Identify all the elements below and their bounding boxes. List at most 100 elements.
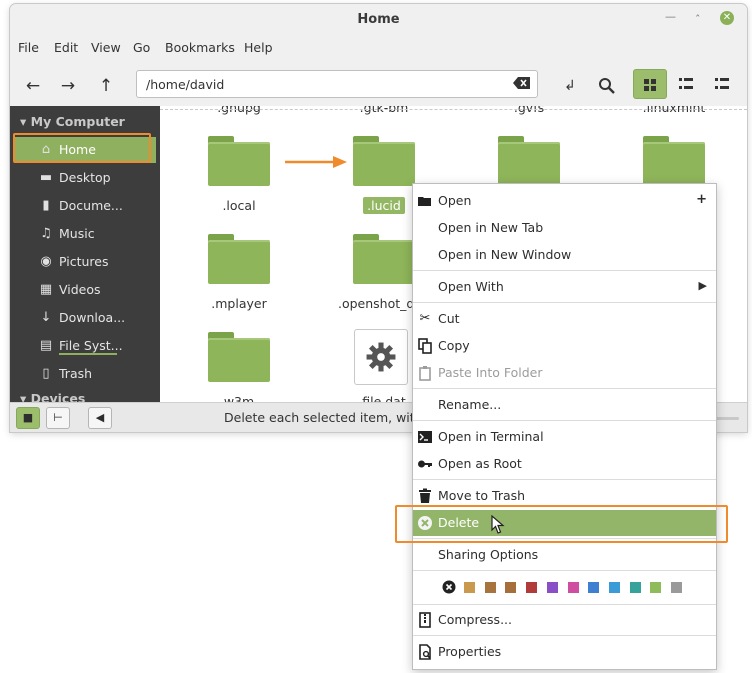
tag-color-swatch[interactable] [671,582,682,593]
clipboard-icon [419,366,431,381]
folder-icon[interactable] [643,136,705,188]
document-icon: ▮ [42,198,50,213]
menu-item-open-new-window[interactable]: Open in New Window [413,242,716,268]
clear-path-icon[interactable] [513,75,531,91]
tag-color-swatch[interactable] [464,582,475,593]
terminal-icon [418,431,432,443]
sidebar-item-pictures[interactable]: ◉ Pictures [14,249,156,275]
selected-file-name: .lucid [363,197,405,214]
sidebar-section-my-computer[interactable]: ▾ My Computer [20,114,125,129]
menu-item-rename[interactable]: Rename... [413,392,716,418]
sidebar-item-label: Downloa... [59,310,126,325]
folder-icon[interactable] [353,136,415,188]
sidebar-item-desktop[interactable]: ▬ Desktop [14,165,156,191]
status-text: Delete each selected item, without [224,410,444,425]
menu-help[interactable]: Help [244,40,273,55]
menu-item-cut[interactable]: ✂ Cut [413,306,716,332]
camera-icon: ◉ [40,254,52,269]
sidebar-item-videos[interactable]: ▦ Videos [14,277,156,303]
sidebar-section-devices[interactable]: ▾ Devices [20,391,85,402]
menu-item-open-as-root[interactable]: Open as Root [413,451,716,477]
menu-item-paste-into-folder[interactable]: Paste Into Folder [413,360,716,386]
show-tree-button[interactable]: ⊢ [46,407,70,429]
music-icon: ♫ [40,226,52,241]
tag-color-swatch[interactable] [650,582,662,593]
close-icon[interactable]: ✕ [720,11,734,25]
icon-view-button[interactable] [633,69,667,99]
folder-open-icon [418,197,431,206]
location-bar[interactable]: /home/david [136,70,538,98]
trash-icon [419,488,431,503]
menu-item-copy[interactable]: Copy [413,333,716,359]
menu-edit[interactable]: Edit [54,40,78,55]
section-label: Devices [30,391,86,402]
gear-icon [366,342,396,372]
menu-label: Rename... [438,397,502,412]
search-icon[interactable] [598,77,616,95]
menu-view[interactable]: View [91,40,121,55]
compact-view-button[interactable] [705,69,739,99]
context-menu: Open + Open in New Tab Open in New Windo… [412,183,717,670]
tag-color-swatch[interactable] [505,582,517,593]
tag-color-swatch[interactable] [567,582,579,593]
tag-color-swatch[interactable] [588,582,600,593]
menu-label: Compress... [438,612,512,627]
home-highlight-box [13,133,151,163]
menu-separator [413,479,716,480]
show-places-button[interactable]: ■ [16,407,40,429]
menu-go[interactable]: Go [133,40,150,55]
file-label[interactable]: .local [179,198,299,213]
folder-icon[interactable] [353,234,415,286]
menu-bookmarks[interactable]: Bookmarks [165,40,235,55]
menu-item-open[interactable]: Open + [413,188,716,214]
file-label[interactable]: w3m [179,394,299,402]
rubberband-edge [160,109,747,110]
back-arrow-icon[interactable]: ← [21,74,45,98]
sidebar-item-music[interactable]: ♫ Music [14,221,156,247]
menu-item-properties[interactable]: Properties [413,639,716,665]
list-view-button[interactable] [669,69,703,99]
file-label[interactable]: .gtk-bm [324,106,444,115]
menu-item-open-with[interactable]: Open With ▶ [413,274,716,300]
file-label[interactable]: .gvfs [469,106,589,115]
hide-sidebar-button[interactable]: ◀ [88,407,112,429]
drive-icon: ▤ [39,338,53,353]
file-label[interactable]: .linuxmint [614,106,734,115]
menu-label: Cut [438,311,460,326]
tag-color-swatch[interactable] [608,582,620,593]
file-label[interactable]: .gnupg [179,106,299,115]
forward-arrow-icon[interactable]: → [56,74,80,98]
menu-item-compress[interactable]: Compress... [413,607,716,633]
tag-color-swatch[interactable] [484,582,496,593]
folder-icon[interactable] [498,136,560,188]
compact-list-icon [715,78,729,89]
sidebar-item-trash[interactable]: ▯ Trash [14,361,156,387]
location-path[interactable]: /home/david [146,77,224,92]
sidebar-item-documents[interactable]: ▮ Docume... [14,193,156,219]
folder-icon[interactable] [208,234,270,286]
sidebar-item-label: Desktop [59,170,111,185]
toolbar: ← → ↑ /home/david ↲ [10,64,747,108]
minimize-icon[interactable]: — [665,10,676,23]
menu-file[interactable]: File [18,40,39,55]
remove-tag-icon[interactable] [442,580,456,594]
menu-item-open-new-tab[interactable]: Open in New Tab [413,215,716,241]
folder-icon[interactable] [208,332,270,384]
sidebar-item-downloads[interactable]: ↓ Downloa... [14,305,156,331]
download-icon: ↓ [40,310,52,325]
sidebar-item-file-system[interactable]: ▤ File Syst... [14,333,156,359]
folder-icon[interactable] [208,136,270,188]
menu-separator [413,302,716,303]
up-arrow-icon[interactable]: ↑ [94,74,118,98]
maximize-icon[interactable]: ˆ [695,13,701,26]
tag-color-swatch[interactable] [546,582,558,593]
menu-label: Copy [438,338,470,353]
file-label[interactable]: .mplayer [179,296,299,311]
menu-label: Paste Into Folder [438,365,543,380]
tag-color-swatch[interactable] [526,582,538,593]
gear-file-icon[interactable] [354,329,408,385]
menu-item-open-in-terminal[interactable]: Open in Terminal [413,424,716,450]
tag-color-swatch[interactable] [629,582,641,593]
toggle-location-icon[interactable]: ↲ [558,74,582,98]
menu-item-sharing-options[interactable]: Sharing Options [413,542,716,568]
